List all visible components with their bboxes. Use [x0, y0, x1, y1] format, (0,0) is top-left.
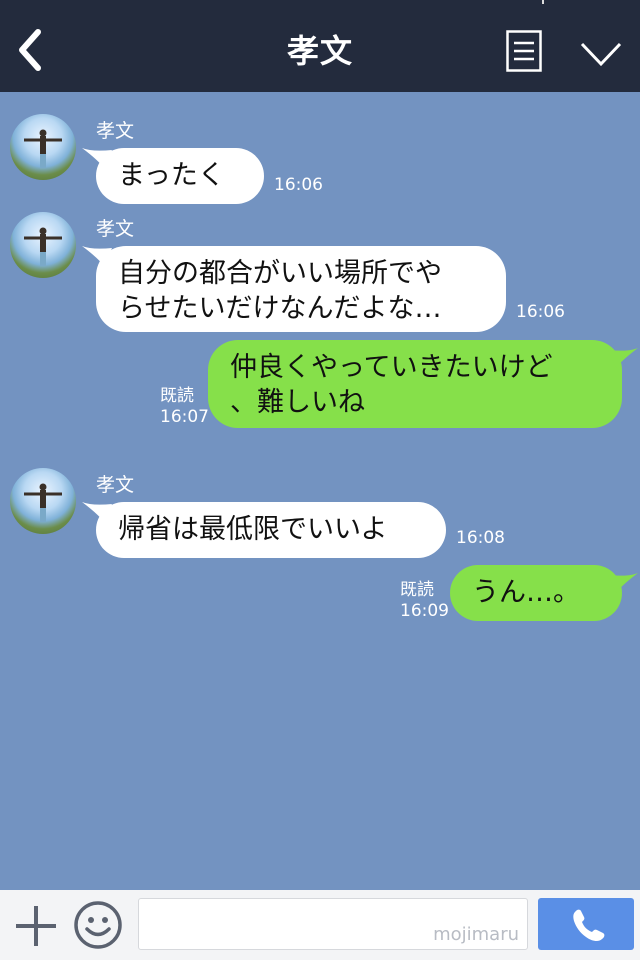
avatar[interactable] — [10, 212, 76, 278]
message-text: まったく — [118, 160, 225, 191]
message-text-line: らせたいだけなんだよな… — [118, 293, 442, 324]
message-bubble[interactable]: 仲良くやっていきたいけど 、難しいね — [208, 340, 622, 428]
add-attachment-button[interactable] — [14, 904, 58, 948]
person-photo-icon — [24, 129, 62, 168]
bubble-tail — [608, 573, 638, 593]
person-photo-icon — [24, 483, 62, 522]
message-text-line: 、難しいね — [230, 387, 365, 418]
read-receipt: 既読 — [400, 580, 434, 600]
smiley-icon — [74, 901, 122, 949]
message-time: 16:07 — [160, 407, 209, 427]
chat-header: 孝文 — [0, 0, 640, 92]
message-time: 16:09 — [400, 601, 449, 621]
message-text-line: 仲良くやっていきたいけど — [230, 352, 553, 383]
menu-list-icon — [506, 30, 542, 72]
bubble-tail — [608, 348, 638, 368]
message-bubble[interactable]: 帰省は最低限でいいよ — [96, 502, 446, 558]
call-button[interactable] — [538, 898, 634, 950]
menu-button[interactable] — [506, 30, 542, 72]
person-photo-icon — [24, 227, 62, 266]
more-options-button[interactable] — [580, 40, 622, 68]
plus-icon — [16, 906, 56, 946]
read-receipt: 既読 — [160, 386, 194, 406]
message-time: 16:08 — [456, 528, 505, 548]
message-bubble[interactable]: 自分の都合がいい場所でや らせたいだけなんだよな… — [96, 246, 506, 332]
message-time: 16:06 — [516, 302, 565, 322]
message-text-line: 自分の都合がいい場所でや — [118, 258, 442, 289]
message-input[interactable]: mojimaru — [138, 898, 528, 950]
message-bubble[interactable]: うん…。 — [450, 565, 622, 621]
message-time: 16:06 — [274, 175, 323, 195]
emoji-button[interactable] — [73, 900, 123, 950]
message-text: 帰省は最低限でいいよ — [118, 514, 388, 545]
watermark: mojimaru — [433, 924, 519, 945]
chevron-down-icon — [580, 42, 622, 67]
chat-title: 孝文 — [286, 32, 353, 70]
message-text: うん…。 — [472, 577, 580, 608]
sender-name: 孝文 — [96, 218, 135, 240]
message-bubble[interactable]: まったく — [96, 148, 264, 204]
avatar[interactable] — [10, 114, 76, 180]
sender-name: 孝文 — [96, 474, 135, 496]
phone-icon — [573, 909, 605, 942]
status-indicator — [542, 0, 544, 4]
avatar[interactable] — [10, 468, 76, 534]
sender-name: 孝文 — [96, 120, 135, 142]
